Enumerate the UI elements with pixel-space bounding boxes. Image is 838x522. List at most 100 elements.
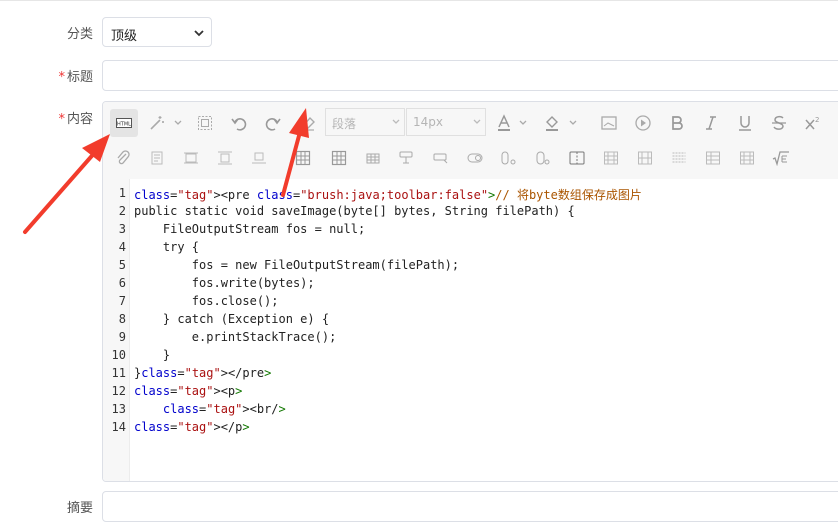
line-number: 13 <box>111 402 126 416</box>
code-line: } catch (Exception e) { <box>134 312 330 326</box>
line-number: 3 <box>118 222 126 236</box>
font-color-button[interactable] <box>493 112 515 134</box>
image-icon <box>601 116 617 130</box>
insert-video-button[interactable] <box>632 112 654 134</box>
line-number: 8 <box>118 312 126 326</box>
content-label: * 内容 <box>58 112 93 127</box>
category-select[interactable]: 顶级 <box>102 17 212 47</box>
underline-button[interactable] <box>734 112 756 134</box>
undo-icon <box>231 118 247 131</box>
insert-formula-button[interactable] <box>770 147 792 169</box>
summary-input[interactable] <box>102 491 838 522</box>
table-props-icon <box>604 151 618 165</box>
chevron-down-icon <box>194 30 204 37</box>
table-grid-icon <box>672 152 686 163</box>
code-line: class="tag"><p> <box>134 384 243 398</box>
redo-button[interactable] <box>262 112 284 134</box>
table-style-button[interactable] <box>634 147 656 169</box>
chevron-down-icon <box>473 119 481 124</box>
svg-text:HTML: HTML <box>117 121 131 127</box>
paperclip-icon <box>117 150 130 165</box>
column-split-button[interactable] <box>566 147 588 169</box>
insert-column-button[interactable] <box>362 147 384 169</box>
html-icon: HTML <box>116 118 132 128</box>
table-props-button[interactable] <box>600 147 622 169</box>
toggle-button[interactable] <box>464 147 486 169</box>
top-divider <box>0 0 838 1</box>
line-number: 4 <box>118 240 126 254</box>
strikethrough-icon <box>772 115 786 130</box>
table-icon <box>295 150 311 166</box>
cell-align-button[interactable] <box>532 147 554 169</box>
code-line: fos.write(bytes); <box>134 276 315 290</box>
column-split-icon <box>569 151 585 165</box>
code-editor[interactable]: 1 2 3 4 5 6 7 8 9 10 11 12 13 14 class="… <box>103 179 838 481</box>
chevron-down-icon <box>519 120 527 125</box>
html-source-button[interactable]: HTML <box>110 109 138 137</box>
strikethrough-button[interactable] <box>768 112 790 134</box>
underline-icon <box>739 116 751 131</box>
align-left-button[interactable] <box>146 147 168 169</box>
attachment-button[interactable] <box>112 147 134 169</box>
select-all-icon <box>198 116 212 130</box>
superscript-button[interactable]: 2 <box>802 112 824 134</box>
chevron-down-icon <box>174 120 182 125</box>
float-right-button[interactable] <box>214 147 236 169</box>
code-line: class="tag"></p> <box>134 420 250 434</box>
code-line: class="tag"><br/> <box>162 402 286 416</box>
superscript-icon: 2 <box>805 116 819 130</box>
line-number: 2 <box>118 204 126 218</box>
background-color-button[interactable] <box>541 112 563 134</box>
line-number: 1 <box>118 186 126 200</box>
svg-text:2: 2 <box>815 116 819 124</box>
table-border-icon <box>706 151 720 165</box>
paragraph-dropdown[interactable]: 段落 <box>325 108 405 136</box>
table-delete-icon <box>740 151 754 165</box>
code-line: class="tag"><pre class="brush:java;toolb… <box>134 188 642 202</box>
line-number: 11 <box>111 366 126 380</box>
editor-toolbar: HTML 段落 14px 2 <box>103 102 838 180</box>
insert-row-button[interactable] <box>328 147 350 169</box>
magic-format-button[interactable] <box>146 112 168 134</box>
toggle-icon <box>467 153 483 163</box>
select-all-button[interactable] <box>194 112 216 134</box>
font-size-dropdown[interactable]: 14px <box>406 108 486 136</box>
table-column-icon <box>366 153 380 164</box>
undo-button[interactable] <box>228 112 250 134</box>
delete-row-button[interactable] <box>396 147 418 169</box>
insert-image-button[interactable] <box>598 112 620 134</box>
summary-label: 摘要 <box>66 501 93 516</box>
merge-cells-button[interactable] <box>430 147 452 169</box>
table-grid-button[interactable] <box>668 147 690 169</box>
font-color-icon <box>498 114 510 131</box>
paint-bucket-icon <box>546 116 558 131</box>
split-icon <box>501 151 516 165</box>
italic-button[interactable] <box>700 112 722 134</box>
row-delete-icon <box>399 151 413 164</box>
table-style-icon <box>638 151 652 165</box>
split-cells-button[interactable] <box>498 147 520 169</box>
bold-button[interactable] <box>666 112 688 134</box>
float-right-icon <box>218 151 232 165</box>
table-border-button[interactable] <box>702 147 724 169</box>
magic-wand-icon <box>150 116 164 130</box>
align-left-icon <box>151 151 163 165</box>
title-input[interactable] <box>102 60 838 91</box>
line-number: 12 <box>111 384 126 398</box>
insert-table-button[interactable] <box>292 147 314 169</box>
merge-icon <box>433 153 448 164</box>
code-line: }class="tag"></pre> <box>134 366 272 380</box>
clear-format-button[interactable] <box>297 112 319 134</box>
line-number: 14 <box>111 420 126 434</box>
formula-icon <box>772 151 789 166</box>
align-center-button[interactable] <box>248 147 270 169</box>
float-left-button[interactable] <box>180 147 202 169</box>
table-delete-button[interactable] <box>736 147 758 169</box>
line-number-gutter: 1 2 3 4 5 6 7 8 9 10 11 12 13 14 <box>103 179 130 481</box>
eraser-icon <box>302 116 315 131</box>
code-line: FileOutputStream fos = null; <box>134 222 366 236</box>
rich-text-editor[interactable]: HTML 段落 14px 2 1 2 3 4 5 6 7 8 9 10 11 1… <box>102 101 838 482</box>
chevron-down-icon <box>392 119 400 124</box>
category-label: 分类 <box>66 27 93 42</box>
code-line: fos = new FileOutputStream(filePath); <box>134 258 460 272</box>
